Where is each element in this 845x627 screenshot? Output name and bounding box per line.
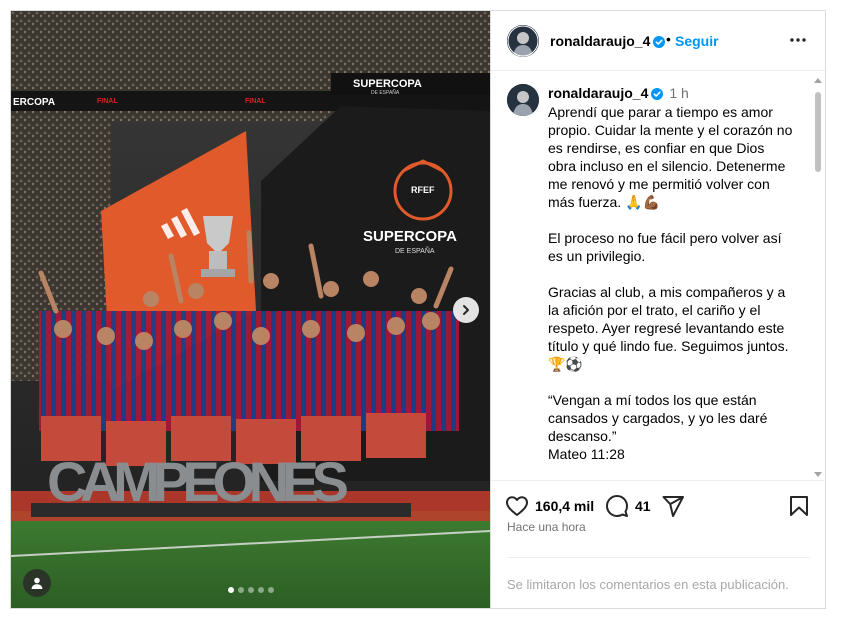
verified-badge-icon	[653, 36, 666, 48]
user-tags-button[interactable]	[23, 569, 51, 597]
screen-logo: RFEF	[411, 185, 435, 195]
top-sign-sub: DE ESPAÑA	[371, 89, 400, 96]
ribbon-final: FINAL	[97, 98, 118, 105]
caption-paragraph: “Vengan a mí todos los que están cansado…	[548, 392, 768, 462]
post-media[interactable]: ERCOPA FINAL FINAL SUPERCOPA DE ESPAÑA R…	[11, 11, 490, 608]
caption-username[interactable]: ronaldaraujo_4	[548, 85, 648, 101]
carousel-next-button[interactable]	[453, 297, 479, 323]
heart-icon	[506, 496, 528, 516]
caption-paragraph: El proceso no fue fácil pero volver así …	[548, 230, 782, 264]
caption-scrollbar[interactable]	[812, 72, 824, 480]
carousel-dot	[248, 587, 254, 593]
likes-count[interactable]: 160,4 mil	[535, 498, 594, 514]
comment-button[interactable]: 41	[605, 494, 651, 518]
screen-sub: DE ESPAÑA	[395, 246, 435, 255]
carousel-dot	[228, 587, 234, 593]
scroll-up-arrow[interactable]	[814, 78, 822, 83]
follow-button[interactable]: Seguir	[675, 33, 719, 49]
more-options-icon[interactable]	[789, 31, 807, 49]
like-button[interactable]: 160,4 mil	[505, 494, 594, 518]
divider	[507, 557, 810, 558]
author-username[interactable]: ronaldaraujo_4	[550, 33, 666, 49]
share-button[interactable]	[661, 494, 685, 518]
caption-avatar[interactable]	[507, 84, 539, 116]
carousel-dot	[258, 587, 264, 593]
comments-limited-notice: Se limitaron los comentarios en esta pub…	[507, 577, 789, 592]
chevron-right-icon	[463, 305, 469, 315]
carousel-indicator	[228, 587, 274, 593]
caption-section: ronaldaraujo_4 1 h Aprendí que parar a ti…	[491, 72, 824, 480]
comment-icon	[606, 495, 628, 517]
user-tag-icon	[31, 577, 43, 589]
carousel-dot	[238, 587, 244, 593]
caption-paragraph: Aprendí que parar a tiempo es amor propi…	[548, 104, 793, 210]
scroll-thumb[interactable]	[815, 92, 821, 172]
ribbon-text: ERCOPA	[13, 97, 55, 108]
screen-title: SUPERCOPA	[363, 228, 457, 245]
share-icon	[662, 496, 684, 517]
save-button[interactable]	[787, 494, 811, 518]
post-header: ronaldaraujo_4 • Seguir	[491, 11, 825, 71]
post-timestamp[interactable]: Hace una hora	[507, 520, 586, 534]
post-side-panel: ronaldaraujo_4 • Seguir ronaldaraujo_4 1 …	[490, 11, 825, 608]
verified-badge-icon	[651, 88, 664, 100]
campeones-sign: CAMPEONES	[47, 450, 348, 513]
caption-header: ronaldaraujo_4 1 h	[548, 85, 689, 101]
caption-paragraph: Gracias al club, a mis compañeros y a la…	[548, 284, 789, 372]
bookmark-icon	[790, 496, 808, 516]
carousel-dot	[268, 587, 274, 593]
top-sign-title: SUPERCOPA	[353, 78, 422, 90]
author-username-text: ronaldaraujo_4	[550, 33, 651, 49]
caption-text: Aprendí que parar a tiempo es amor propi…	[548, 103, 796, 463]
separator-dot: •	[666, 31, 671, 47]
scroll-down-arrow[interactable]	[814, 472, 822, 477]
profile-photo	[507, 25, 539, 57]
profile-photo	[507, 84, 539, 116]
comments-count: 41	[635, 498, 651, 514]
ribbon-final-2: FINAL	[245, 98, 266, 105]
celebration-photo: ERCOPA FINAL FINAL SUPERCOPA DE ESPAÑA R…	[11, 11, 490, 608]
caption-time[interactable]: 1 h	[669, 85, 688, 101]
avatar[interactable]	[507, 25, 539, 57]
instagram-post: ERCOPA FINAL FINAL SUPERCOPA DE ESPAÑA R…	[10, 10, 826, 609]
